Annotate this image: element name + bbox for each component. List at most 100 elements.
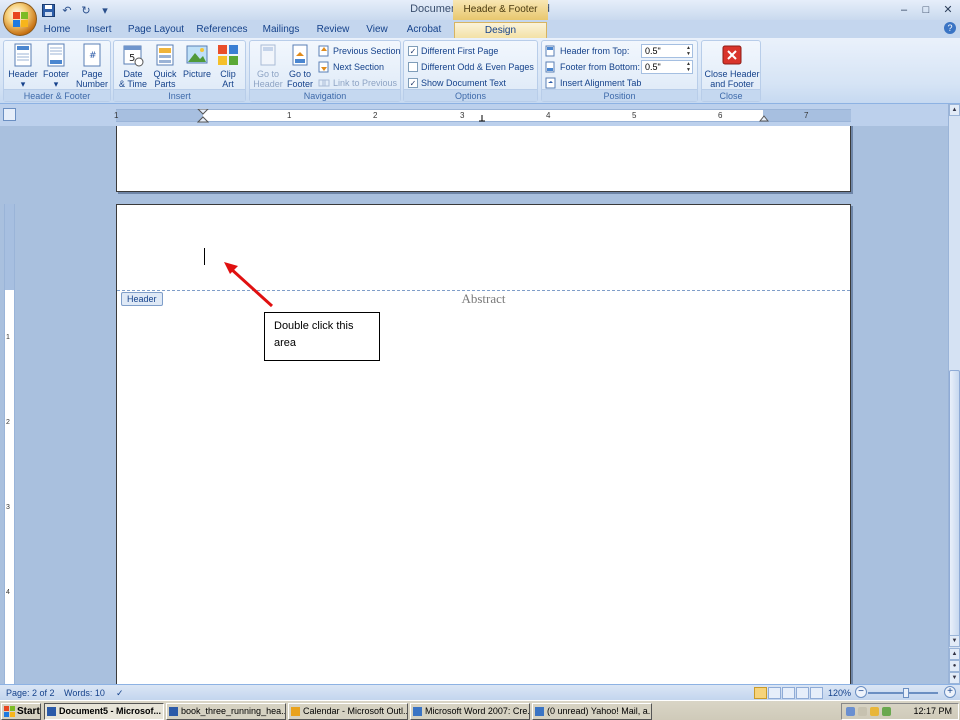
link-to-previous-button[interactable]: Link to Previous — [318, 76, 397, 90]
tab-acrobat[interactable]: Acrobat — [402, 22, 446, 38]
chevron-down-icon: ▾ — [20, 79, 26, 89]
ruler-number: 1 — [114, 111, 119, 120]
help-icon[interactable]: ? — [944, 22, 956, 34]
date-time-button[interactable]: 5 Date & Time — [117, 43, 149, 89]
messenger-icon[interactable] — [870, 707, 879, 716]
alignment-tab-icon — [545, 77, 557, 89]
maximize-button[interactable]: □ — [918, 2, 934, 17]
right-indent-marker-icon[interactable] — [759, 114, 769, 122]
header-label: Header — [8, 69, 38, 79]
ruler-number: 3 — [6, 504, 10, 511]
taskbar-item-label: Document5 - Microsof... — [59, 706, 162, 716]
tab-insert[interactable]: Insert — [82, 22, 116, 38]
quick-parts-button[interactable]: Quick Parts — [149, 43, 181, 89]
scroll-down-icon[interactable]: ▼ — [949, 635, 960, 647]
page-count[interactable]: Page: 2 of 2 — [6, 688, 55, 698]
office-button[interactable] — [3, 2, 37, 36]
vertical-scrollbar[interactable]: ▲ ▼ ▲ ● ▼ — [948, 104, 960, 684]
spinner-arrows-icon[interactable]: ▲ ▼ — [686, 61, 691, 73]
contextual-tab-group: Header & Footer Tools — [453, 0, 548, 35]
tab-mailings[interactable]: Mailings — [258, 22, 304, 38]
different-odd-even-checkbox[interactable]: Different Odd & Even Pages — [408, 60, 534, 74]
goto-footer-icon — [289, 43, 311, 67]
previous-section-button[interactable]: Previous Section — [318, 44, 401, 58]
web-layout-icon[interactable] — [782, 687, 795, 699]
ruler-number: 3 — [460, 111, 465, 120]
scrollbar-thumb[interactable] — [949, 370, 960, 640]
close-window-button[interactable]: ✕ — [940, 2, 956, 17]
start-button[interactable]: Start — [1, 703, 41, 720]
footer-from-bottom-value: 0.5" — [645, 62, 661, 72]
picture-button[interactable]: Picture — [181, 43, 213, 79]
close-header-footer-button[interactable]: Close Header and Footer — [704, 43, 760, 89]
picture-label: Picture — [182, 69, 211, 79]
ruler-number: 5 — [632, 111, 637, 120]
word-icon — [47, 707, 56, 716]
clip-art-button[interactable]: Clip Art — [213, 43, 243, 89]
insert-alignment-tab-label: Insert Alignment Tab — [560, 78, 642, 88]
minimize-button[interactable]: – — [896, 2, 912, 17]
print-layout-icon[interactable] — [754, 687, 767, 699]
insert-alignment-tab-button[interactable]: Insert Alignment Tab — [545, 76, 641, 90]
callout-line-1: Double click this — [274, 320, 354, 332]
tab-selector-button[interactable] — [3, 108, 16, 121]
footer-position-icon — [545, 61, 557, 73]
header-button[interactable]: Header ▾ — [6, 43, 40, 89]
zoom-level[interactable]: 120% — [828, 688, 851, 698]
proofing-icon[interactable]: ✓ — [116, 688, 124, 699]
ruler-left-margin — [116, 110, 203, 121]
horizontal-ruler[interactable]: 1 1 2 3 4 5 6 7 — [114, 109, 851, 123]
show-document-text-checkbox[interactable]: ✓ Show Document Text — [408, 76, 506, 90]
view-buttons — [754, 687, 823, 699]
zoom-slider-knob[interactable] — [903, 688, 909, 698]
tab-references[interactable]: References — [195, 22, 249, 38]
footer-from-bottom-label: Footer from Bottom: — [560, 62, 641, 72]
volume-icon[interactable] — [858, 707, 867, 716]
tab-review[interactable]: Review — [313, 22, 353, 38]
ribbon: Header ▾ Footer ▾ # Page Number Header &… — [0, 38, 960, 104]
tab-page-layout[interactable]: Page Layout — [126, 22, 186, 38]
ruler-number: 4 — [546, 111, 551, 120]
picture-icon — [186, 43, 208, 67]
quick-parts-icon — [154, 43, 176, 67]
goto-header-button[interactable]: Go to Header — [252, 43, 284, 89]
draft-view-icon[interactable] — [810, 687, 823, 699]
previous-page-icon[interactable]: ▲ — [949, 648, 960, 660]
different-odd-even-check — [408, 62, 418, 72]
page-number-button[interactable]: # Page Number — [74, 43, 110, 89]
header-from-top-input[interactable]: 0.5" ▲ ▼ — [641, 44, 693, 58]
next-section-icon — [318, 61, 330, 73]
zoom-in-icon[interactable]: + — [944, 686, 956, 698]
taskbar-item[interactable]: Calendar - Microsoft Outl... — [288, 703, 408, 720]
browse-object-icon[interactable]: ● — [949, 660, 960, 672]
goto-footer-button[interactable]: Go to Footer — [284, 43, 316, 89]
tab-home[interactable]: Home — [40, 22, 74, 38]
taskbar-item[interactable]: (0 unread) Yahoo! Mail, a... — [532, 703, 652, 720]
document-area[interactable]: Header Abstract — [16, 126, 948, 684]
taskbar-item[interactable]: Microsoft Word 2007: Cre... — [410, 703, 530, 720]
footer-button[interactable]: Footer ▾ — [39, 43, 73, 89]
center-tab-marker-icon[interactable] — [478, 114, 486, 122]
full-screen-reading-icon[interactable] — [768, 687, 781, 699]
zoom-out-icon[interactable]: − — [855, 686, 867, 698]
vertical-ruler[interactable]: 1 2 3 4 — [4, 204, 15, 684]
tab-design[interactable]: Design — [454, 22, 547, 38]
outline-view-icon[interactable] — [796, 687, 809, 699]
different-first-page-checkbox[interactable]: ✓ Different First Page — [408, 44, 498, 58]
page-1[interactable] — [116, 126, 851, 192]
scroll-up-icon[interactable]: ▲ — [949, 104, 960, 116]
security-icon[interactable] — [882, 707, 891, 716]
page-number-label-2: Number — [75, 79, 108, 89]
network-icon[interactable] — [846, 707, 855, 716]
annotation-callout: Double click this area — [264, 312, 380, 361]
taskbar-item[interactable]: Document5 - Microsof... — [44, 703, 164, 720]
spinner-arrows-icon[interactable]: ▲ ▼ — [686, 45, 691, 57]
next-page-icon[interactable]: ▼ — [949, 672, 960, 684]
indent-marker-icon[interactable] — [197, 109, 209, 123]
clock[interactable]: 12:17 PM — [913, 704, 952, 719]
next-section-button[interactable]: Next Section — [318, 60, 384, 74]
taskbar-item[interactable]: book_three_running_hea... — [166, 703, 286, 720]
footer-from-bottom-input[interactable]: 0.5" ▲ ▼ — [641, 60, 693, 74]
word-count[interactable]: Words: 10 — [64, 688, 105, 698]
tab-view[interactable]: View — [361, 22, 393, 38]
